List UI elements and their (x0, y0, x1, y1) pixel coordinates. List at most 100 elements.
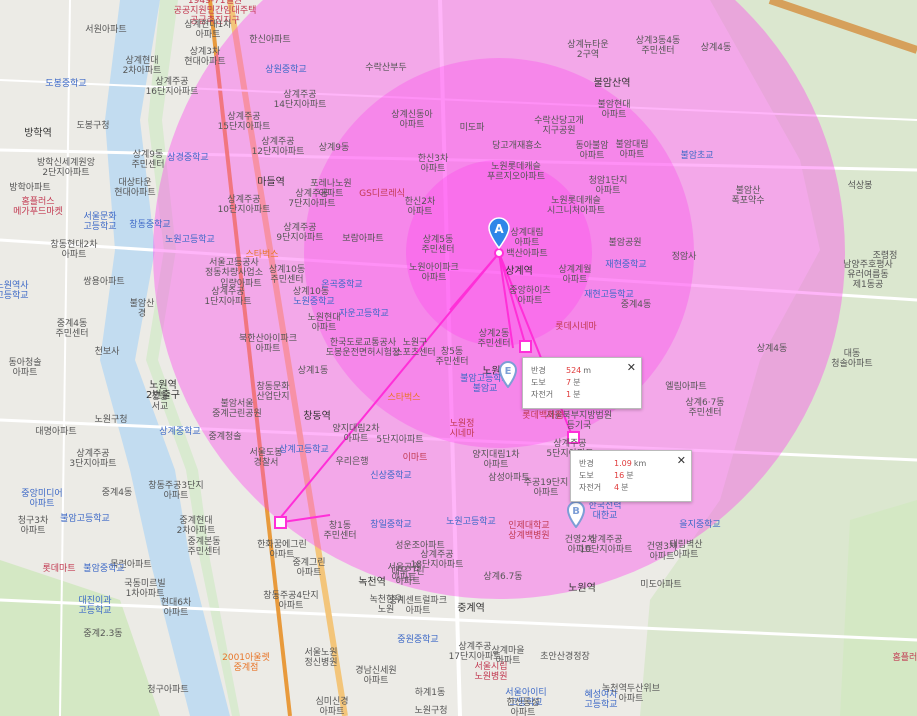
poi-label[interactable]: 서울문화 고등학교 (83, 212, 116, 232)
poi-label[interactable]: 불암공원 (608, 238, 641, 248)
poi-label[interactable]: 스타벅스 (387, 393, 420, 403)
poi-label[interactable]: 노원역 (568, 584, 596, 594)
poi-label[interactable]: 상계주공 10단지아파트 (580, 535, 633, 555)
poi-label[interactable]: 양지대림2차 아파트 (332, 424, 379, 444)
poi-label[interactable]: 창동역 (303, 412, 331, 422)
poi-label[interactable]: 불암서울 중계근린공원 (212, 399, 262, 419)
close-icon[interactable]: ✕ (627, 361, 636, 374)
poi-label[interactable]: 상계뉴타운 2구역 (567, 40, 608, 60)
poi-label[interactable]: 노원역사 고등학교 (0, 281, 29, 301)
map-view[interactable]: 1949-71일원 공공지원민간임대주택 공급촉진지구 상계현대1차 아파트 서원아… (0, 0, 917, 716)
poi-label[interactable]: 노원정 시네마 (450, 419, 475, 439)
poi-label[interactable]: 천보사 (95, 347, 120, 357)
poi-label[interactable]: 중앙하이츠 아파트 (509, 286, 550, 306)
poi-label[interactable]: 청암1단지 아파트 (589, 176, 628, 196)
poi-label[interactable]: 상계주공 15단지아파트 (218, 112, 271, 132)
poi-label[interactable]: 불암산역 (594, 79, 631, 89)
poi-label[interactable]: 상계중학교 (159, 427, 200, 437)
poi-label[interactable]: 중계4동 주민센터 (55, 319, 88, 339)
poi-label[interactable]: 상계계월 아파트 (558, 265, 591, 285)
poi-label[interactable]: 방학역 (24, 129, 52, 139)
poi-label[interactable]: 불암현대 아파트 (597, 100, 630, 120)
poi-label[interactable]: 상계주공 7단지아파트 (288, 189, 335, 209)
poi-label[interactable]: 녹천역두산위브 아파트 (602, 684, 660, 704)
poi-label[interactable]: 상계대림 아파트 (510, 228, 543, 248)
poi-label[interactable]: 한국도로교통공사 도봉운전면허시험장 (326, 338, 401, 358)
poi-label[interactable]: 롯데시네마 (555, 322, 596, 332)
poi-label[interactable]: 한신3차 아파트 (418, 154, 449, 174)
poi-label[interactable]: 상계6·7동 주민센터 (685, 398, 724, 418)
poi-label[interactable]: 상계1동 (298, 366, 329, 376)
poi-label[interactable]: 상계5동 주민센터 (421, 235, 454, 255)
poi-label[interactable]: 서울고등공사 정동차량사업소 (205, 258, 263, 278)
marker-b[interactable]: B (566, 501, 586, 532)
poi-label[interactable]: 상계주공 12단지아파트 (252, 137, 305, 157)
poi-label[interactable]: 한신동성 아파트 (506, 698, 539, 716)
poi-label[interactable]: 중원중학교 (397, 635, 438, 645)
poi-label[interactable]: 중계4동 (102, 488, 133, 498)
poi-label[interactable]: 중계센트럴파크 아파트 (389, 596, 447, 616)
poi-label[interactable]: 대우그린 아파트 (391, 567, 424, 587)
poi-label[interactable]: 쌍용아파트 (83, 277, 124, 287)
poi-label[interactable]: 창1동 주민센터 (323, 521, 356, 541)
poi-label[interactable]: 상계9동 주민센터 (131, 150, 164, 170)
poi-label[interactable]: 상원중학교 (265, 65, 306, 75)
radius-handle[interactable] (274, 516, 287, 529)
poi-label[interactable]: 당고개재흥소 (492, 141, 542, 151)
poi-label[interactable]: 미도아파트 (640, 580, 681, 590)
poi-label[interactable]: 노원현대 아파트 (307, 313, 340, 333)
poi-label[interactable]: 온곡중학교 (321, 280, 362, 290)
poi-label[interactable]: 심미신경 아파트 (315, 697, 348, 716)
poi-label[interactable]: 창동현대2차 아파트 (50, 240, 97, 260)
poi-label[interactable]: 중계청솔 (208, 432, 241, 442)
poi-label[interactable]: 상계신동아 아파트 (391, 110, 432, 130)
poi-label[interactable]: 서울도봉 경찰서 (249, 448, 282, 468)
poi-label[interactable]: 중앙미디어 아파트 (21, 489, 62, 509)
poi-label[interactable]: 녹천역 (358, 578, 386, 588)
poi-label[interactable]: 창일중학교 (370, 520, 411, 530)
poi-label[interactable]: 창동중학교 (129, 220, 170, 230)
poi-label[interactable]: 상계4동 (701, 43, 732, 53)
poi-label[interactable]: 상계마을 아파트 (491, 646, 524, 666)
poi-label[interactable]: 중계본동 주민센터 (187, 537, 220, 557)
poi-label[interactable]: 상계주공 3단지아파트 (69, 449, 116, 469)
poi-label[interactable]: 창동주공4단지 아파트 (263, 591, 318, 611)
poi-label[interactable]: GS디르레식 (359, 189, 405, 199)
poi-label[interactable]: 대동 청솔아파트 (831, 349, 872, 369)
poi-label[interactable]: 대상타운 현대아파트 (114, 178, 155, 198)
poi-label[interactable]: 상계주공 10단지아파트 (218, 195, 271, 215)
poi-label[interactable]: 도봉구청 (76, 121, 109, 131)
poi-label[interactable]: 주공19단지 아파트 (524, 478, 569, 498)
poi-label[interactable]: 동아청솔 아파트 (8, 358, 41, 378)
poi-label[interactable]: 상계주공 14단지아파트 (274, 90, 327, 110)
poi-label[interactable]: 석상봉 (848, 181, 873, 191)
poi-label[interactable]: 자운고등학교 (339, 309, 389, 319)
poi-label[interactable]: 방학아파트 (9, 183, 50, 193)
poi-label[interactable]: 5단지아파트 (376, 435, 423, 445)
poi-label[interactable]: 상계고등학교 (279, 445, 329, 455)
poi-label[interactable]: 초안산경정장 (540, 652, 590, 662)
poi-label[interactable]: 양지대림1차 아파트 (472, 450, 519, 470)
poi-label[interactable]: 중계2.3동 (83, 629, 122, 639)
poi-label[interactable]: 북한산아이파크 아파트 (239, 334, 297, 354)
poi-label[interactable]: 상계6.7동 (483, 572, 522, 582)
poi-label[interactable]: 현대6차 아파트 (161, 598, 192, 618)
poi-label[interactable]: 엘림아파트 (665, 382, 706, 392)
poi-label[interactable]: 상계2동 주민센터 (477, 329, 510, 349)
poi-label[interactable]: 창5동 주민센터 (435, 347, 468, 367)
poi-label[interactable]: 불암산 폭포약수 (731, 186, 764, 206)
poi-label[interactable]: 노원롯데캐슬 시그니처아파트 (547, 196, 605, 216)
poi-label[interactable]: 상계9동 (319, 143, 350, 153)
poi-label[interactable]: 노원아이파크 아파트 (409, 263, 459, 283)
poi-label[interactable]: 이마트 (403, 453, 428, 463)
poi-label[interactable]: 롯데백화점 (522, 411, 563, 421)
poi-label[interactable]: 서원아파트 (85, 25, 126, 35)
poi-label[interactable]: 도봉중학교 (45, 79, 86, 89)
poi-label[interactable]: 중계현대 2차아파트 (177, 516, 216, 536)
marker-a[interactable]: A (487, 217, 511, 253)
poi-label[interactable]: 홈플러스 (892, 653, 917, 663)
poi-label[interactable]: 경남신세원 아파트 (355, 666, 396, 686)
poi-label[interactable]: 상계3동4동 주민센터 (636, 36, 681, 56)
poi-label[interactable]: 수락산당고개 지구공원 (534, 116, 584, 136)
poi-label[interactable]: 백산아파트 (506, 249, 547, 259)
